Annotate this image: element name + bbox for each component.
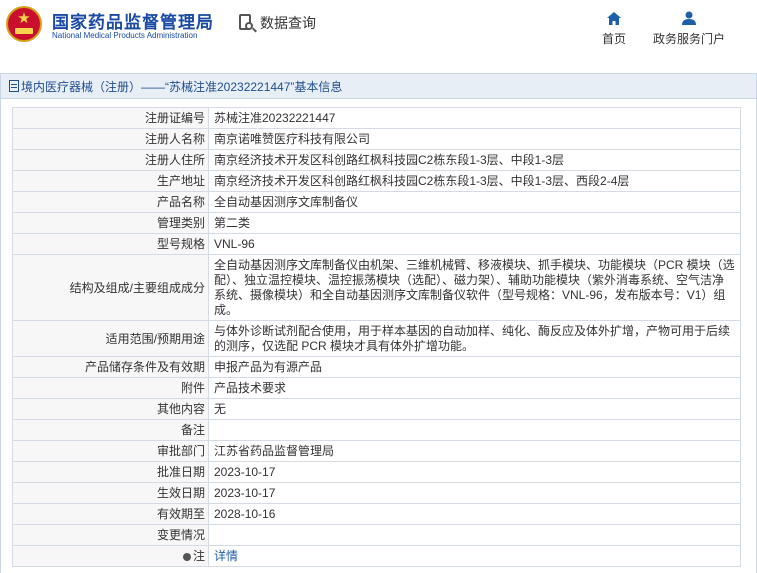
table-row: 附件 产品技术要求: [12, 377, 741, 399]
field-label: 注册人住所: [12, 149, 209, 171]
field-label: 审批部门: [12, 440, 209, 462]
field-label: 生产地址: [12, 170, 209, 192]
field-value: 南京诺唯赞医疗科技有限公司: [208, 128, 741, 150]
detail-table: 注册证编号 苏械注准20232221447 注册人名称 南京诺唯赞医疗科技有限公司 …: [12, 107, 741, 567]
table-row: 管理类别 第二类: [12, 212, 741, 234]
emblem-logo-icon: ★: [6, 6, 42, 42]
field-label: 适用范围/预期用途: [12, 320, 209, 357]
field-value: 南京经济技术开发区科创路红枫科技园C2栋东段1-3层、中段1-3层: [208, 149, 741, 171]
table-row: 备注: [12, 419, 741, 441]
field-label: 结构及组成/主要组成成分: [12, 254, 209, 321]
field-value: 产品技术要求: [208, 377, 741, 399]
table-row: 注册人住所 南京经济技术开发区科创路红枫科技园C2栋东段1-3层、中段1-3层: [12, 149, 741, 171]
nav-home-label[interactable]: 首页: [602, 32, 626, 46]
document-icon: [9, 80, 19, 92]
field-label-note: 注: [12, 545, 209, 567]
field-value: 第二类: [208, 212, 741, 234]
field-label: 备注: [12, 419, 209, 441]
table-row: 审批部门 江苏省药品监督管理局: [12, 440, 741, 462]
field-value: 2023-10-17: [208, 461, 741, 483]
field-value: 全自动基因测序文库制备仪由机架、三维机械臂、移液模块、抓手模块、功能模块（PCR…: [208, 254, 741, 321]
field-label: 产品储存条件及有效期: [12, 356, 209, 378]
field-label: 注册人名称: [12, 128, 209, 150]
table-row: 注 详情: [12, 545, 741, 567]
field-label: 变更情况: [12, 524, 209, 546]
field-label: 批准日期: [12, 461, 209, 483]
site-header: ★ 国家药品监督管理局 National Medical Products Ad…: [0, 0, 757, 68]
panel-title-text: 境内医疗器械（注册）——“苏械注准20232221447”基本信息: [21, 79, 343, 94]
field-value: [208, 524, 741, 546]
field-value: 无: [208, 398, 741, 420]
field-label: 有效期至: [12, 503, 209, 525]
field-value: 南京经济技术开发区科创路红枫科技园C2栋东段1-3层、中段1-3层、西段2-4层: [208, 170, 741, 192]
table-row: 产品名称 全自动基因测序文库制备仪: [12, 191, 741, 213]
table-row: 有效期至 2028-10-16: [12, 503, 741, 525]
nav-service-label[interactable]: 政务服务门户: [653, 32, 725, 46]
field-value: 江苏省药品监督管理局: [208, 440, 741, 462]
table-row: 注册证编号 苏械注准20232221447: [12, 107, 741, 129]
field-label: 注册证编号: [12, 107, 209, 129]
home-icon: [600, 10, 628, 26]
table-row: 型号规格 VNL-96: [12, 233, 741, 255]
detail-panel: 境内医疗器械（注册）——“苏械注准20232221447”基本信息 注册证编号苏…: [0, 73, 757, 573]
data-query-title: 数据查询: [238, 13, 316, 33]
table-row: 其他内容无: [12, 398, 741, 420]
brand-name-cn[interactable]: 国家药品监督管理局: [52, 8, 214, 33]
note-icon: [182, 553, 191, 561]
field-label: 型号规格: [12, 233, 209, 255]
user-icon: [652, 10, 726, 26]
field-value: [208, 419, 741, 441]
table-row: 生效日期 2023-10-17: [12, 482, 741, 504]
field-value: 苏械注准20232221447: [208, 107, 741, 129]
nav-home[interactable]: 首页: [600, 10, 628, 47]
field-value: 与体外诊断试剂配合使用，用于样本基因的自动加样、纯化、酶反应及体外扩增，产物可用…: [208, 320, 741, 357]
field-value: VNL-96: [208, 233, 741, 255]
table-row: 批准日期 2023-10-17: [12, 461, 741, 483]
nav-service-portal[interactable]: 政务服务门户: [652, 10, 726, 47]
table-row: 适用范围/预期用途 与体外诊断试剂配合使用，用于样本基因的自动加样、纯化、酶反应及…: [12, 320, 741, 357]
table-row: 注册人名称 南京诺唯赞医疗科技有限公司: [12, 128, 741, 150]
field-label: 产品名称: [12, 191, 209, 213]
table-row: 生产地址 南京经济技术开发区科创路红枫科技园C2栋东段1-3层、中段1-3层、西段…: [12, 170, 741, 192]
field-value-note: 详情: [208, 545, 741, 567]
details-link[interactable]: 详情: [214, 549, 238, 563]
field-value: 2028-10-16: [208, 503, 741, 525]
field-value: 2023-10-17: [208, 482, 741, 504]
table-row: 变更情况: [12, 524, 741, 546]
field-label: 生效日期: [12, 482, 209, 504]
field-label: 其他内容: [12, 398, 209, 420]
data-query-label: 数据查询: [260, 15, 316, 31]
field-label: 附件: [12, 377, 209, 399]
table-row: 产品储存条件及有效期 申报产品为有源产品: [12, 356, 741, 378]
data-query-icon: [238, 13, 257, 33]
table-row: 结构及组成/主要组成成分 全自动基因测序文库制备仪由机架、三维机械臂、移液模块、抓…: [12, 254, 741, 321]
field-label: 注: [192, 549, 205, 563]
panel-title: 境内医疗器械（注册）——“苏械注准20232221447”基本信息: [1, 74, 756, 99]
field-label: 管理类别: [12, 212, 209, 234]
field-value: 申报产品为有源产品: [208, 356, 741, 378]
brand-name-en[interactable]: National Medical Products Administration: [52, 31, 197, 40]
field-value: 全自动基因测序文库制备仪: [208, 191, 741, 213]
